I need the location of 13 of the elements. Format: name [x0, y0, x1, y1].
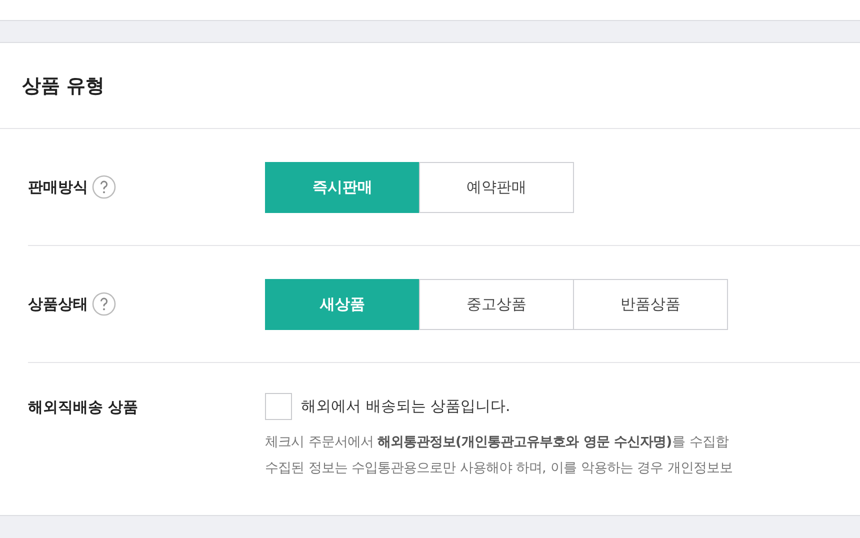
field-label: 해외직배송 상품	[28, 398, 138, 417]
checkbox-label: 해외에서 배송되는 상품입니다.	[301, 397, 510, 416]
section-title: 상품 유형	[22, 74, 105, 98]
help-icon[interactable]	[92, 175, 116, 199]
field-label: 상품상태	[28, 294, 88, 314]
segment-option[interactable]: 중고상품	[419, 278, 574, 330]
notice-text: 체크시 주문서에서 해외통관정보(개인통관고유부호와 영문 수신자명)를 수집합	[265, 434, 730, 452]
segment-option[interactable]: 예약판매	[419, 162, 574, 212]
help-icon[interactable]	[92, 292, 116, 316]
field-label: 판매방식	[28, 178, 88, 196]
notice-text: 수집된 정보는 수입통관용으로만 사용해야 하며, 이를 악용하는 경우 개인정보보	[265, 460, 732, 478]
segment-option[interactable]: 반품상품	[573, 278, 728, 330]
checkbox[interactable]	[265, 393, 292, 420]
